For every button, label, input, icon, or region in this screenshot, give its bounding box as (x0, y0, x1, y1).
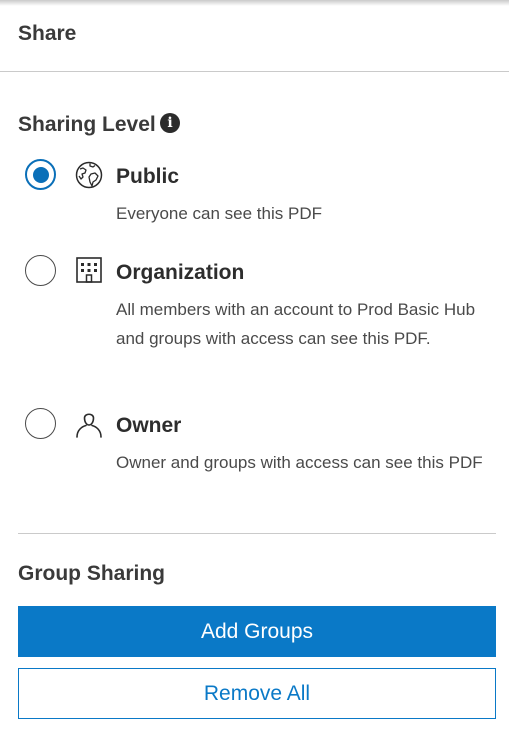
remove-all-button[interactable]: Remove All (18, 668, 496, 719)
owner-description: Owner and groups with access can see thi… (116, 453, 483, 472)
add-groups-button[interactable]: Add Groups (18, 606, 496, 657)
sharing-option-public[interactable]: Public Everyone can see this PDF (0, 159, 509, 239)
panel-header: Share (0, 0, 509, 72)
organization-label: Organization (116, 261, 245, 284)
panel-title: Share (18, 22, 77, 45)
section-divider (18, 533, 496, 534)
organization-description: All members with an account to Prod Basi… (116, 300, 476, 348)
sharing-level-title: Sharing Level (18, 113, 156, 136)
organization-radio[interactable] (25, 255, 56, 286)
info-icon[interactable]: i (160, 113, 180, 133)
public-description: Everyone can see this PDF (116, 204, 322, 223)
globe-icon (75, 161, 103, 189)
owner-radio[interactable] (25, 408, 56, 439)
user-icon (76, 413, 102, 438)
share-panel: Share Sharing Level i Public Everyone ca… (0, 0, 509, 754)
group-sharing-title: Group Sharing (18, 562, 165, 585)
public-label: Public (116, 165, 180, 188)
sharing-option-owner[interactable]: Owner Owner and groups with access can s… (0, 408, 509, 508)
sharing-option-organization[interactable]: Organization All members with an account… (0, 255, 509, 385)
public-radio[interactable] (25, 159, 56, 190)
owner-label: Owner (116, 414, 182, 437)
building-icon (76, 257, 102, 283)
